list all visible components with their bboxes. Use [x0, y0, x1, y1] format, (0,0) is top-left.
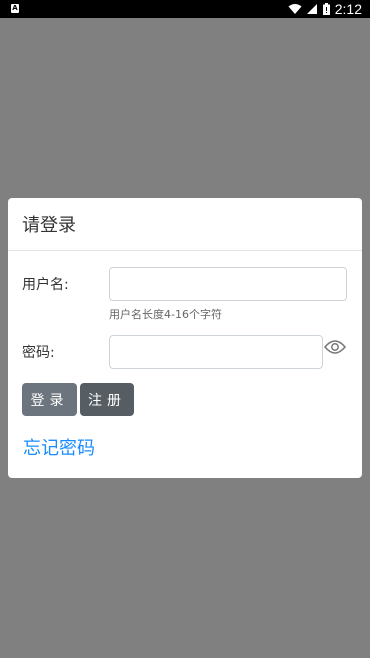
login-button[interactable]: 登录 — [22, 383, 77, 416]
status-icons: 2:12 — [288, 0, 362, 18]
username-input[interactable] — [109, 267, 347, 301]
status-bar: A 2:12 — [0, 0, 370, 18]
battery-icon — [322, 3, 330, 15]
clock: 2:12 — [334, 1, 362, 17]
wifi-icon — [288, 4, 302, 14]
login-dialog: 请登录 用户名: 用户名长度4-16个字符 密码: 登录 注册 忘记密码 — [8, 198, 362, 478]
username-hint: 用户名长度4-16个字符 — [109, 308, 222, 321]
signal-icon — [306, 4, 317, 14]
eye-icon[interactable] — [324, 339, 346, 355]
username-label: 用户名: — [22, 277, 69, 293]
password-input[interactable] — [109, 335, 323, 369]
app-notification-icon: A — [11, 4, 19, 13]
dialog-title: 请登录 — [22, 215, 76, 236]
password-label: 密码: — [22, 345, 55, 361]
register-button[interactable]: 注册 — [80, 383, 134, 416]
dialog-header: 请登录 — [8, 198, 362, 251]
forgot-password-link[interactable]: 忘记密码 — [23, 434, 95, 460]
